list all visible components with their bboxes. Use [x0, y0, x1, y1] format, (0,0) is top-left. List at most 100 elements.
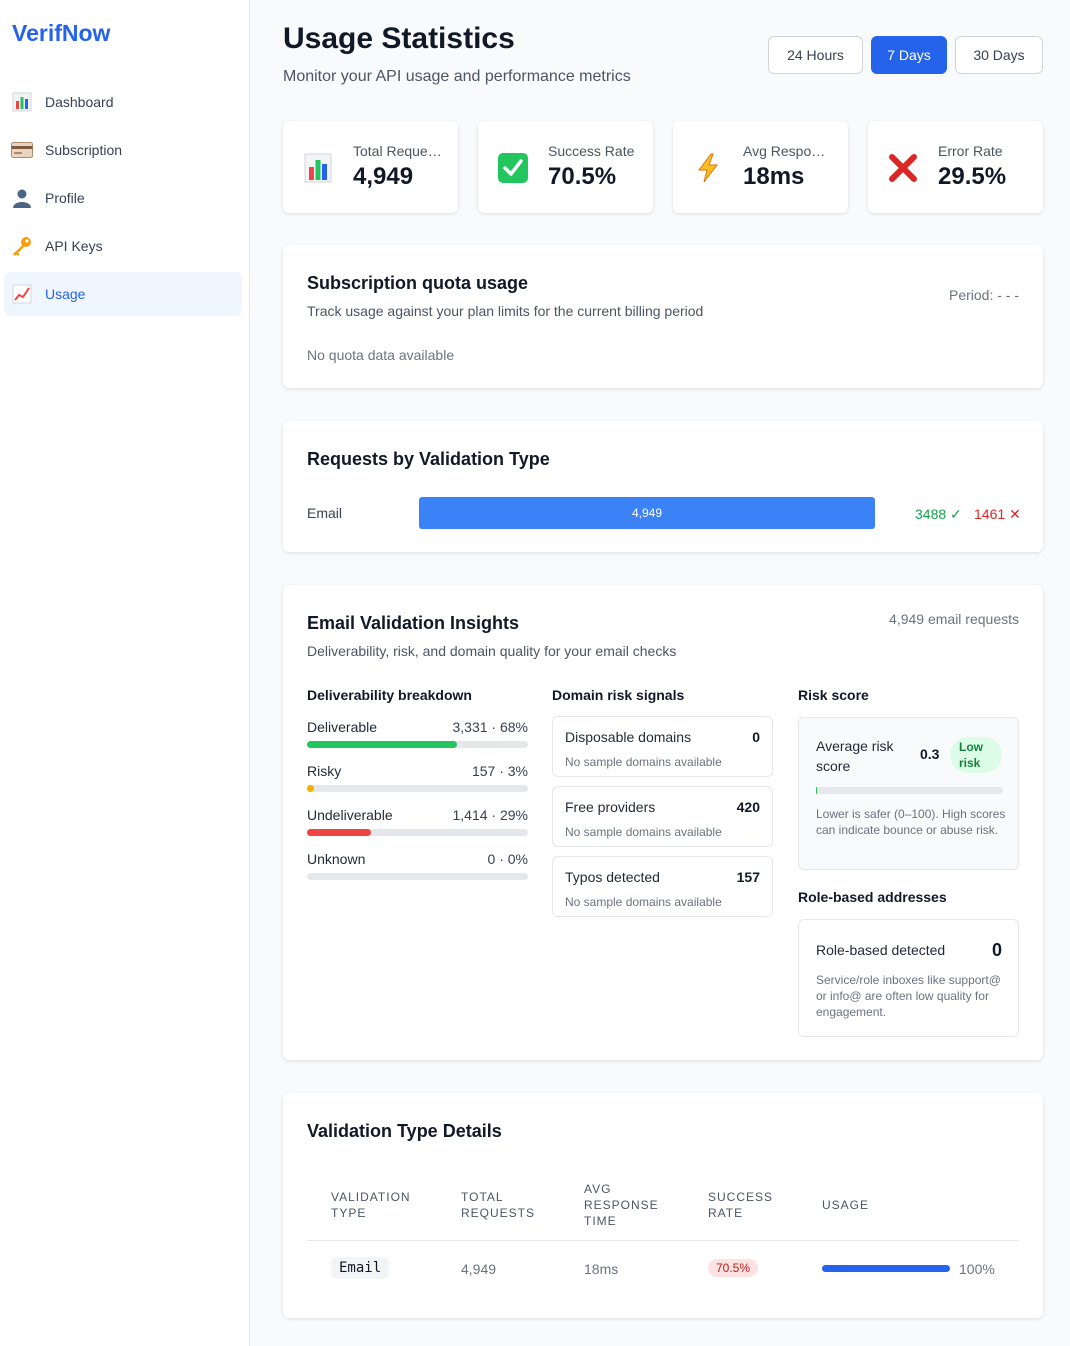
quota-period: Period: - - - — [948, 287, 1019, 303]
insights-count: 4,949 email requests — [889, 611, 1019, 627]
type-row-errors: 1461 ✕ — [974, 506, 1021, 522]
cell-avg: 18ms — [584, 1261, 619, 1277]
bar-chart-icon — [301, 151, 335, 185]
type-row-label: Email — [307, 505, 343, 521]
stat-card-success-rate: Success Rate 70.5% — [478, 121, 653, 213]
requests-by-type-card: Requests by Validation Type Email 4,949 … — [283, 421, 1043, 552]
stat-label: Total Requests — [353, 143, 443, 159]
type-code-badge: Email — [331, 1257, 390, 1279]
quota-subtitle: Track usage against your plan limits for… — [307, 303, 704, 319]
lightning-icon — [691, 151, 725, 185]
column-header-type: Validation Type — [331, 1190, 411, 1220]
role-based-panel: Role-based detected 0 Service/role inbox… — [798, 919, 1019, 1037]
user-icon — [11, 187, 33, 209]
sidebar-item-label: API Keys — [45, 238, 103, 254]
role-based-value: 0 — [991, 940, 1002, 960]
check-box-icon — [496, 151, 530, 185]
deliverability-bar — [307, 873, 528, 880]
sidebar: VerifNow Dashboard Subscription Profile … — [0, 0, 250, 1346]
stat-value: 4,949 — [353, 163, 414, 190]
risk-score-bar-fill — [816, 787, 817, 794]
sidebar-item-label: Dashboard — [45, 94, 114, 110]
risk-score-label: Average risk score — [816, 738, 894, 774]
insights-subtitle: Deliverability, risk, and domain quality… — [307, 643, 677, 659]
domain-signal-note: No sample domains available — [565, 825, 722, 839]
risk-score-panel: Average risk score 0.3 Low risk Lower is… — [798, 717, 1019, 870]
sidebar-item-label: Profile — [45, 190, 85, 206]
validation-details-card: Validation Type Details Validation Type … — [283, 1093, 1043, 1318]
email-insights-card: Email Validation Insights Deliverability… — [283, 585, 1043, 1060]
stat-label: Success Rate — [548, 143, 635, 159]
domain-signal-label: Typos detected — [565, 869, 660, 885]
stat-label: Error Rate — [938, 143, 1003, 159]
sidebar-item-subscription[interactable]: Subscription — [4, 128, 242, 172]
deliverability-title: Deliverability breakdown — [307, 687, 472, 703]
domain-signal-value: 420 — [736, 799, 760, 815]
page-title: Usage Statistics — [283, 22, 515, 55]
success-rate-badge: 70.5% — [708, 1259, 759, 1277]
type-row-bar: 4,949 — [419, 497, 875, 529]
type-row-success: 3488 ✓ — [915, 506, 962, 522]
deliverability-bar — [307, 829, 528, 836]
table-divider — [307, 1240, 1019, 1241]
risk-score-note: Lower is safer (0–100). High scores can … — [816, 807, 1006, 837]
domain-signal-value: 157 — [736, 869, 760, 885]
bar-chart-icon — [11, 91, 33, 113]
stat-card-avg-response: Avg Response Time 18ms — [673, 121, 848, 213]
cell-total: 4,949 — [461, 1261, 497, 1277]
risk-badge: Low risk — [950, 737, 1002, 773]
cross-icon — [886, 151, 920, 185]
quota-empty-message: No quota data available — [307, 347, 455, 363]
sidebar-item-dashboard[interactable]: Dashboard — [4, 80, 242, 124]
quota-card: Subscription quota usage Track usage aga… — [283, 245, 1043, 388]
role-based-label: Role-based detected — [816, 942, 946, 958]
domain-signal-note: No sample domains available — [565, 895, 722, 909]
stat-value: 18ms — [743, 163, 805, 190]
deliverability-bar-fill — [307, 829, 372, 836]
range-24-hours-button[interactable]: 24 Hours — [768, 36, 863, 74]
trend-chart-icon — [11, 283, 33, 305]
requests-by-type-title: Requests by Validation Type — [307, 449, 550, 469]
deliverability-bar — [307, 741, 528, 748]
range-30-days-button[interactable]: 30 Days — [955, 36, 1043, 74]
details-title: Validation Type Details — [307, 1121, 502, 1141]
domain-signal-label: Free providers — [565, 799, 656, 815]
credit-card-icon — [11, 139, 33, 161]
usage-bar — [822, 1265, 950, 1272]
insights-title: Email Validation Insights — [307, 613, 520, 633]
stat-label: Avg Response Time — [743, 143, 833, 159]
key-icon — [11, 235, 33, 257]
sidebar-item-usage[interactable]: Usage — [4, 272, 242, 316]
deliverability-bar-fill — [307, 741, 458, 748]
stat-card-total-requests: Total Requests 4,949 — [283, 121, 458, 213]
sidebar-item-api-keys[interactable]: API Keys — [4, 224, 242, 268]
deliverability-value: 3,331 · 68% — [452, 719, 529, 735]
domain-signal-typos: Typos detected 157 No sample domains ava… — [552, 856, 773, 917]
column-header-avg: Avg Response Time — [584, 1182, 659, 1228]
stat-value: 29.5% — [938, 163, 1007, 190]
usage-bar-fill — [822, 1265, 950, 1272]
domain-risk-title: Domain risk signals — [552, 687, 685, 703]
brand-logo[interactable]: VerifNow — [12, 20, 110, 47]
deliverability-value: 0 · 0% — [487, 851, 528, 867]
type-row-track: 4,949 — [419, 497, 875, 529]
domain-signal-note: No sample domains available — [565, 755, 722, 769]
domain-signal-disposable: Disposable domains 0 No sample domains a… — [552, 716, 773, 777]
domain-signal-free-providers: Free providers 420 No sample domains ava… — [552, 786, 773, 847]
column-header-total: Total Requests — [461, 1190, 536, 1220]
deliverability-bar-fill — [307, 785, 314, 792]
column-header-success: Success Rate — [708, 1190, 774, 1220]
sidebar-item-profile[interactable]: Profile — [4, 176, 242, 220]
stat-card-error-rate: Error Rate 29.5% — [868, 121, 1043, 213]
deliverability-value: 1,414 · 29% — [452, 807, 529, 823]
stat-value: 70.5% — [548, 163, 617, 190]
usage-percent: 100% — [959, 1261, 995, 1277]
domain-signal-label: Disposable domains — [565, 729, 692, 745]
sidebar-nav: Dashboard Subscription Profile API Keys … — [4, 80, 242, 320]
role-based-note: Service/role inboxes like support@ or in… — [816, 973, 1001, 1019]
range-7-days-button[interactable]: 7 Days — [871, 36, 947, 74]
risk-score-bar — [816, 787, 1003, 794]
deliverability-value: 157 · 3% — [471, 763, 528, 779]
sidebar-item-label: Usage — [45, 286, 86, 302]
sidebar-item-label: Subscription — [45, 142, 123, 158]
